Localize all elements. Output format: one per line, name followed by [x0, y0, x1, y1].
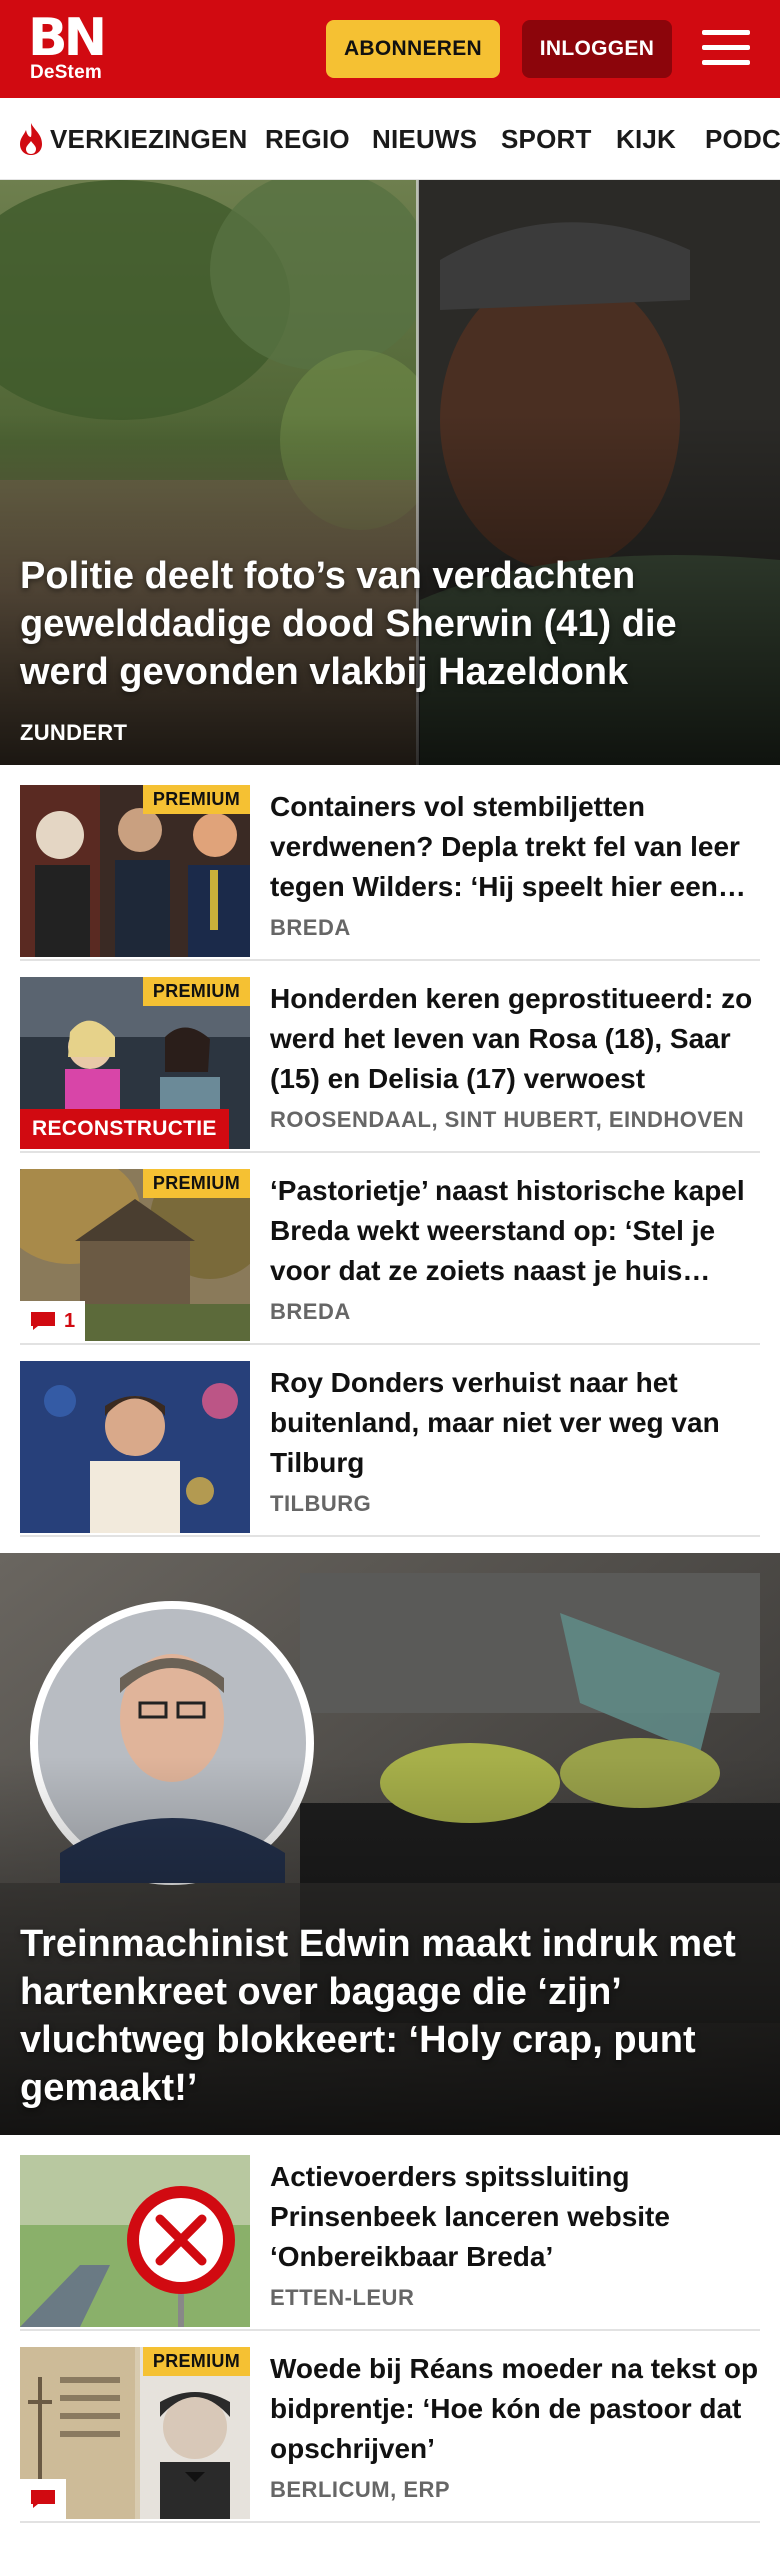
nav-item-verkiezingen[interactable]: VERKIEZINGEN — [50, 98, 247, 179]
premium-badge: PREMIUM — [142, 785, 250, 814]
article-title[interactable]: Containers vol stembiljetten verdwenen? … — [270, 787, 760, 907]
subscribe-button[interactable]: ABONNEREN — [326, 20, 500, 78]
article-thumbnail: PREMIUM — [20, 785, 250, 957]
article-title[interactable]: Roy Donders verhuist naar het buitenland… — [270, 1363, 760, 1483]
site-logo[interactable]: BN DeStem — [28, 10, 112, 84]
comment-badge[interactable] — [20, 2479, 66, 2519]
comment-count-badge[interactable]: 1 — [20, 1301, 86, 1341]
article-location: BREDA — [270, 915, 351, 940]
nav-item-kijk[interactable]: KIJK — [616, 98, 676, 179]
hero-article[interactable]: Politie deelt foto’s van verdachten gewe… — [0, 180, 780, 765]
menu-icon[interactable] — [702, 24, 750, 72]
article-location: ROOSENDAAL, SINT HUBERT, EINDHOVEN — [270, 1107, 745, 1132]
nav-item-regio[interactable]: REGIO — [265, 98, 350, 179]
article-thumbnail — [20, 2155, 250, 2327]
comment-count: 1 — [64, 1309, 76, 1332]
premium-badge: PREMIUM — [142, 977, 250, 1006]
site-header: BN DeStem ABONNEREN INLOGGEN — [0, 0, 780, 98]
feature-title[interactable]: Treinmachinist Edwin maakt indruk met ha… — [20, 1920, 760, 2112]
nav-item-podcasts[interactable]: PODCASTS — [705, 98, 780, 179]
article-thumbnail — [20, 1361, 250, 1533]
premium-badge: PREMIUM — [142, 2347, 250, 2376]
list-item[interactable]: PREMIUM Containers vol stembiljetten ver… — [20, 785, 760, 961]
article-title[interactable]: Woede bij Réans moeder na tekst op bidpr… — [270, 2349, 760, 2469]
section-nav: VERKIEZINGEN REGIO NIEUWS SPORT KIJK POD… — [0, 98, 780, 180]
comment-icon — [31, 2490, 55, 2508]
article-thumbnail: PREMIUM 1 — [20, 1169, 250, 1341]
article-location: BERLICUM, ERP — [270, 2477, 451, 2502]
list-item[interactable]: PREMIUM RECONSTRUCTIE Honderden keren ge… — [20, 977, 760, 1153]
article-title[interactable]: Honderden keren geprostitueerd: zo werd … — [270, 979, 760, 1099]
hero-title[interactable]: Politie deelt foto’s van verdachten gewe… — [20, 552, 760, 696]
article-location: BREDA — [270, 1299, 351, 1324]
login-button[interactable]: INLOGGEN — [522, 20, 672, 78]
feature-article[interactable]: Treinmachinist Edwin maakt indruk met ha… — [0, 1553, 780, 2135]
article-title[interactable]: ‘Pastorietje’ naast historische kapel Br… — [270, 1171, 760, 1291]
list-item[interactable]: PREMIUM 1 ‘Pastorietje’ naast historisch… — [20, 1169, 760, 1345]
comment-icon — [31, 1312, 55, 1330]
article-thumbnail: PREMIUM — [20, 2347, 250, 2519]
article-location: ETTEN-LEUR — [270, 2285, 415, 2310]
flame-icon — [20, 123, 42, 155]
nav-item-nieuws[interactable]: NIEUWS — [372, 98, 477, 179]
premium-badge: PREMIUM — [142, 1169, 250, 1198]
list-item[interactable]: PREMIUM Woede bij Réans moeder na tekst … — [20, 2347, 760, 2523]
list-item[interactable]: Roy Donders verhuist naar het buitenland… — [20, 1361, 760, 1537]
logo-main: BN — [28, 8, 107, 68]
nav-item-sport[interactable]: SPORT — [501, 98, 592, 179]
article-thumbnail: PREMIUM RECONSTRUCTIE — [20, 977, 250, 1149]
logo-sub: DeStem — [30, 62, 102, 83]
list-item[interactable]: Actievoerders spitssluiting Prinsenbeek … — [20, 2155, 760, 2331]
hero-location: ZUNDERT — [20, 720, 128, 745]
article-title[interactable]: Actievoerders spitssluiting Prinsenbeek … — [270, 2157, 760, 2277]
reconstructie-label: RECONSTRUCTIE — [20, 1109, 229, 1149]
article-location: TILBURG — [270, 1491, 372, 1516]
